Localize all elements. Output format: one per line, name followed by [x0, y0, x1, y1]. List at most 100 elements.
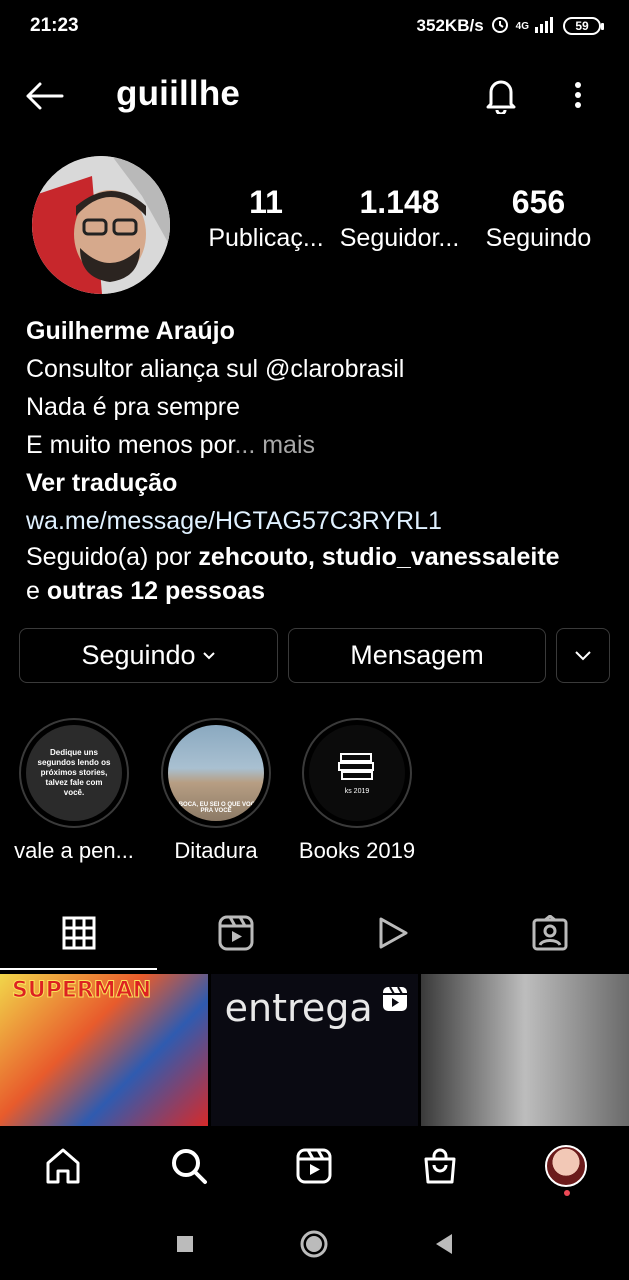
highlight-label: vale a pen...	[14, 838, 134, 863]
highlight-cover-text: ks 2019	[344, 787, 370, 795]
message-button[interactable]: Mensagem	[288, 628, 546, 683]
posts-count: 11	[249, 184, 283, 220]
stat-following[interactable]: 656 Seguindo	[467, 184, 610, 256]
followed-by-and: e	[26, 577, 47, 605]
see-translation-link[interactable]: Ver tradução	[26, 464, 616, 502]
reels-icon	[218, 915, 253, 951]
profile-avatar[interactable]	[32, 156, 170, 294]
tab-tagged[interactable]	[471, 896, 628, 970]
nav-reels[interactable]	[252, 1134, 378, 1198]
highlight-label: Ditadura	[174, 838, 258, 863]
highlight-cover-text: A BOCA, EU SEI O QUE VOCÊ PRA VOCÊ	[172, 802, 260, 814]
post-thumbnail[interactable]: entrega	[210, 974, 419, 1126]
highlight-ring: ks 2019	[302, 718, 412, 828]
circle-icon	[300, 1230, 328, 1258]
status-bar: 21:23 352KB/s 4G 59	[0, 0, 629, 52]
highlight-cover: ks 2019	[309, 725, 405, 821]
signal-icon	[535, 15, 557, 38]
highlight-label: Books 2019	[298, 838, 416, 863]
chevron-down-icon	[202, 651, 215, 659]
battery-icon: 59	[563, 17, 604, 35]
nav-home[interactable]	[0, 1134, 126, 1198]
play-icon	[379, 917, 407, 949]
page-title: guiillhe	[116, 74, 241, 113]
followed-by-users: zehcouto, studio_vanessaleite	[198, 543, 560, 571]
bio-line-3: E muito menos por... mais	[26, 426, 616, 464]
reel-indicator-icon	[382, 986, 408, 1017]
profile-header: guiillhe	[0, 60, 629, 130]
tab-reels[interactable]	[157, 896, 314, 970]
shop-icon	[424, 1148, 456, 1184]
followers-count: 1.148	[359, 184, 440, 220]
posts-label: Publicaç...	[208, 223, 324, 252]
books-icon	[338, 752, 374, 780]
tab-videos[interactable]	[314, 896, 471, 970]
post-text: SUPERMAN	[11, 978, 152, 1004]
highlight-cover: A BOCA, EU SEI O QUE VOCÊ PRA VOCÊ	[168, 725, 264, 821]
reels-icon	[296, 1148, 332, 1184]
search-icon	[171, 1149, 207, 1184]
avatar	[545, 1145, 588, 1187]
following-button[interactable]: Seguindo	[19, 628, 278, 683]
nav-shop[interactable]	[377, 1134, 503, 1198]
highlight-cover: Dedique uns segundos lendo os próximos s…	[26, 725, 122, 821]
status-time: 21:23	[30, 15, 79, 36]
alarm-icon	[490, 14, 510, 39]
tab-posts-grid[interactable]	[0, 896, 157, 970]
triangle-back-icon	[436, 1234, 453, 1254]
followed-by-others: outras 12 pessoas	[46, 577, 266, 605]
home-button[interactable]	[294, 1224, 334, 1264]
system-back-button[interactable]	[424, 1224, 464, 1264]
bottom-navigation	[0, 1134, 629, 1198]
stat-posts[interactable]: 11 Publicaç...	[200, 184, 332, 256]
post-thumbnail[interactable]: SUPERMAN	[0, 974, 208, 1126]
post-text: entrega	[224, 986, 373, 1030]
highlight-ring: A BOCA, EU SEI O QUE VOCÊ PRA VOCÊ	[161, 718, 271, 828]
tagged-icon	[532, 915, 567, 951]
bell-icon	[486, 80, 516, 114]
suggested-users-button[interactable]	[556, 628, 610, 683]
nav-profile[interactable]	[503, 1134, 629, 1198]
following-label: Seguindo	[485, 223, 592, 252]
bio-more-link[interactable]: ... mais	[234, 431, 315, 459]
status-indicators: 352KB/s 4G 59	[416, 14, 604, 39]
highlight-ring: Dedique uns segundos lendo os próximos s…	[19, 718, 129, 828]
bio-line-2: Nada é pra sempre	[26, 393, 241, 421]
square-icon	[176, 1236, 193, 1252]
stat-followers[interactable]: 1.148 Seguidor...	[332, 184, 467, 256]
highlight-vale-a-pena[interactable]: Dedique uns segundos lendo os próximos s…	[4, 718, 144, 864]
followed-by-prefix: Seguido(a) por	[26, 543, 199, 571]
bio-line-1: Consultor aliança sul @clarobrasil	[26, 355, 405, 383]
bio-line-3-text: E muito menos por	[26, 431, 235, 459]
following-button-label: Seguindo	[81, 640, 196, 670]
posts-grid: SUPERMAN entrega	[0, 974, 629, 1126]
chevron-down-icon	[575, 650, 591, 660]
story-highlights: Dedique uns segundos lendo os próximos s…	[0, 718, 629, 868]
more-vertical-icon	[575, 82, 581, 108]
followers-label: Seguidor...	[339, 223, 460, 252]
system-navigation	[0, 1212, 629, 1276]
notification-dot	[564, 1190, 571, 1196]
network-speed: 352KB/s	[416, 16, 484, 35]
profile-tabs	[0, 896, 629, 970]
notifications-button[interactable]	[478, 72, 524, 118]
more-options-button[interactable]	[560, 72, 596, 118]
profile-stats: 11 Publicaç... 1.148 Seguidor... 656 Seg…	[200, 184, 610, 256]
post-thumbnail[interactable]	[421, 974, 629, 1126]
back-button[interactable]	[22, 76, 66, 116]
grid-icon	[62, 916, 95, 950]
arrow-left-icon	[26, 82, 64, 110]
followed-by[interactable]: Seguido(a) por zehcouto, studio_vanessal…	[26, 540, 616, 608]
profile-bio: Guilherme Araújo Consultor aliança sul @…	[26, 312, 616, 608]
following-count: 656	[511, 184, 566, 220]
message-button-label: Mensagem	[350, 640, 484, 670]
highlight-books-2019[interactable]: ks 2019 Books 2019	[287, 718, 427, 864]
profile-actions: Seguindo Mensagem	[19, 628, 610, 683]
home-icon	[46, 1148, 80, 1184]
highlight-ditadura[interactable]: A BOCA, EU SEI O QUE VOCÊ PRA VOCÊ Ditad…	[146, 718, 286, 864]
recent-apps-button[interactable]	[165, 1224, 205, 1264]
profile-name: Guilherme Araújo	[26, 317, 235, 345]
bio-website-link[interactable]: wa.me/message/HGTAG57C3RYRL1	[26, 502, 616, 540]
nav-search[interactable]	[126, 1134, 252, 1198]
network-type: 4G	[515, 20, 529, 32]
